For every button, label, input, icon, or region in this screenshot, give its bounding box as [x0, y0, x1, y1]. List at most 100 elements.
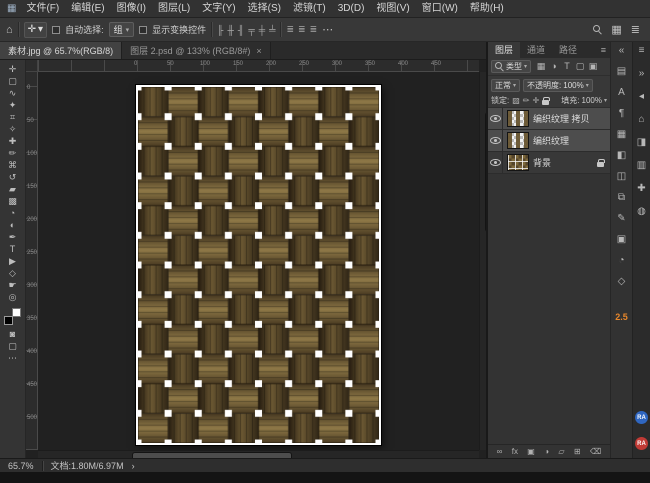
align-icon[interactable]: ╢: [238, 25, 244, 35]
close-icon[interactable]: ×: [256, 46, 261, 56]
distribute-icon[interactable]: ≣: [310, 24, 318, 35]
align-icon[interactable]: ╟: [217, 25, 223, 35]
document-canvas[interactable]: [136, 85, 381, 445]
panel-dock-icon[interactable]: ▣: [617, 235, 626, 245]
filter-kind-dropdown[interactable]: 类型 ▾: [491, 60, 531, 73]
zoom-level[interactable]: 65.7%: [8, 461, 34, 471]
document-tab[interactable]: 素材.jpg @ 65.7%(RGB/8): [0, 42, 122, 59]
layer-filter-icon[interactable]: ◑: [549, 61, 559, 72]
align-icon[interactable]: ╧: [269, 25, 275, 35]
more-options-icon[interactable]: ⋯: [322, 23, 333, 36]
toolbar-extra-button[interactable]: ◙: [2, 328, 24, 340]
background-color-swatch[interactable]: [12, 308, 21, 317]
menu-item[interactable]: 文件(F): [20, 0, 65, 18]
account-badge-red[interactable]: RA: [635, 437, 648, 450]
layers-footer-icon[interactable]: ▣: [527, 447, 535, 456]
lock-option-icon[interactable]: ✛: [533, 96, 540, 105]
tab-layers[interactable]: 图层: [488, 42, 520, 58]
tool-button[interactable]: T: [2, 243, 24, 255]
layers-footer-icon[interactable]: ∞: [497, 447, 503, 456]
tool-button[interactable]: ✛: [2, 63, 24, 75]
tab-paths[interactable]: 路径: [552, 42, 584, 58]
layers-footer-icon[interactable]: ⌫: [590, 447, 601, 456]
tool-button[interactable]: ✦: [2, 99, 24, 111]
panel-dock-icon[interactable]: ✚: [637, 184, 645, 194]
blend-mode-dropdown[interactable]: 正常 ▾: [491, 79, 520, 92]
panel-dock-icon[interactable]: ▤: [617, 67, 626, 77]
distribute-icon[interactable]: ≣: [286, 24, 294, 35]
tool-button[interactable]: ☛: [2, 279, 24, 291]
visibility-toggle[interactable]: [488, 108, 503, 130]
workspace-icon[interactable]: ▦: [611, 23, 621, 36]
panel-dock-icon[interactable]: ◂: [639, 92, 644, 102]
tool-button[interactable]: ⌗: [2, 111, 24, 123]
opacity-dropdown[interactable]: 不透明度: 100% ▾: [523, 79, 593, 92]
tool-button[interactable]: ▩: [2, 195, 24, 207]
layer-thumbnail[interactable]: [507, 154, 529, 171]
fill-control[interactable]: 填充: 100% ▾: [561, 95, 607, 106]
dock-menu-icon[interactable]: ≡: [639, 46, 645, 56]
menu-item[interactable]: 图像(I): [111, 0, 152, 18]
panel-dock-icon[interactable]: ◧: [617, 151, 626, 161]
panel-dock-icon[interactable]: ⌂: [638, 115, 644, 125]
layer-filter-icon[interactable]: ▢: [575, 61, 585, 72]
panel-menu-icon[interactable]: ≡: [597, 42, 610, 58]
layers-footer-icon[interactable]: ▱: [558, 447, 564, 456]
tool-button[interactable]: ◎: [2, 291, 24, 303]
layers-footer-icon[interactable]: ◑: [544, 447, 549, 456]
toolbar-extra-button[interactable]: ▢: [2, 340, 24, 352]
lock-option-icon[interactable]: ✏: [523, 96, 530, 105]
account-badge-blue[interactable]: RA: [635, 411, 648, 424]
menu-item[interactable]: 帮助(H): [464, 0, 510, 18]
layer-filter-icon[interactable]: ▣: [588, 61, 598, 72]
menu-item[interactable]: 图层(L): [152, 0, 196, 18]
foreground-color-swatch[interactable]: [4, 316, 13, 325]
panel-dock-icon[interactable]: ▥: [637, 161, 646, 171]
tool-button[interactable]: ✚: [2, 135, 24, 147]
menu-item[interactable]: 3D(D): [332, 0, 371, 18]
color-swatches[interactable]: [4, 308, 21, 325]
vertical-scrollbar[interactable]: [479, 72, 486, 450]
auto-select-target-dropdown[interactable]: 组 ▾: [109, 22, 135, 37]
layer-thumbnail[interactable]: [507, 110, 529, 127]
panel-dock-icon[interactable]: A: [618, 88, 625, 98]
toolbar-extra-button[interactable]: ⋯: [2, 352, 24, 364]
horizontal-scrollbar[interactable]: [38, 450, 479, 458]
layer-filter-icon[interactable]: ▦: [536, 61, 546, 72]
show-transform-checkbox[interactable]: [139, 26, 147, 34]
pasteboard[interactable]: [38, 72, 479, 450]
layer-row[interactable]: 编织纹理 拷贝: [488, 108, 610, 130]
align-icon[interactable]: ╪: [259, 25, 265, 35]
menu-item[interactable]: 编辑(E): [65, 0, 110, 18]
tool-button[interactable]: ◇: [2, 267, 24, 279]
panel-dock-icon[interactable]: ¶: [619, 109, 624, 119]
tool-button[interactable]: ◔: [2, 207, 24, 219]
panel-dock-icon[interactable]: ✎: [617, 214, 625, 224]
tool-button[interactable]: ✏: [2, 147, 24, 159]
panel-dock-icon[interactable]: »: [639, 69, 645, 79]
menu-item[interactable]: 选择(S): [242, 0, 287, 18]
tool-button[interactable]: ▢: [2, 75, 24, 87]
tool-button[interactable]: ◐: [2, 219, 24, 231]
tool-button[interactable]: ✧: [2, 123, 24, 135]
layer-row[interactable]: 背景: [488, 152, 610, 174]
tool-button[interactable]: ↺: [2, 171, 24, 183]
auto-select-checkbox[interactable]: [52, 26, 60, 34]
tool-button[interactable]: ∿: [2, 87, 24, 99]
align-icon[interactable]: ╫: [228, 25, 234, 35]
home-icon[interactable]: ⌂: [6, 24, 13, 36]
search-icon[interactable]: [593, 25, 602, 34]
visibility-toggle[interactable]: [488, 130, 503, 152]
visibility-toggle[interactable]: [488, 152, 503, 174]
tool-button[interactable]: ▶: [2, 255, 24, 267]
panel-dock-icon[interactable]: «: [619, 46, 625, 56]
workspace-menu-icon[interactable]: ≣: [631, 23, 640, 36]
panel-dock-icon[interactable]: ◫: [617, 172, 626, 182]
panel-dock-icon[interactable]: ◇: [618, 277, 626, 287]
tool-button[interactable]: ▰: [2, 183, 24, 195]
lock-option-icon[interactable]: ▨: [512, 96, 520, 105]
align-icon[interactable]: ╤: [248, 25, 254, 35]
layers-footer-icon[interactable]: ⊞: [574, 447, 581, 456]
vertical-ruler[interactable]: 050100150200250300350400450500: [26, 72, 38, 450]
distribute-icon[interactable]: ≣: [298, 24, 306, 35]
